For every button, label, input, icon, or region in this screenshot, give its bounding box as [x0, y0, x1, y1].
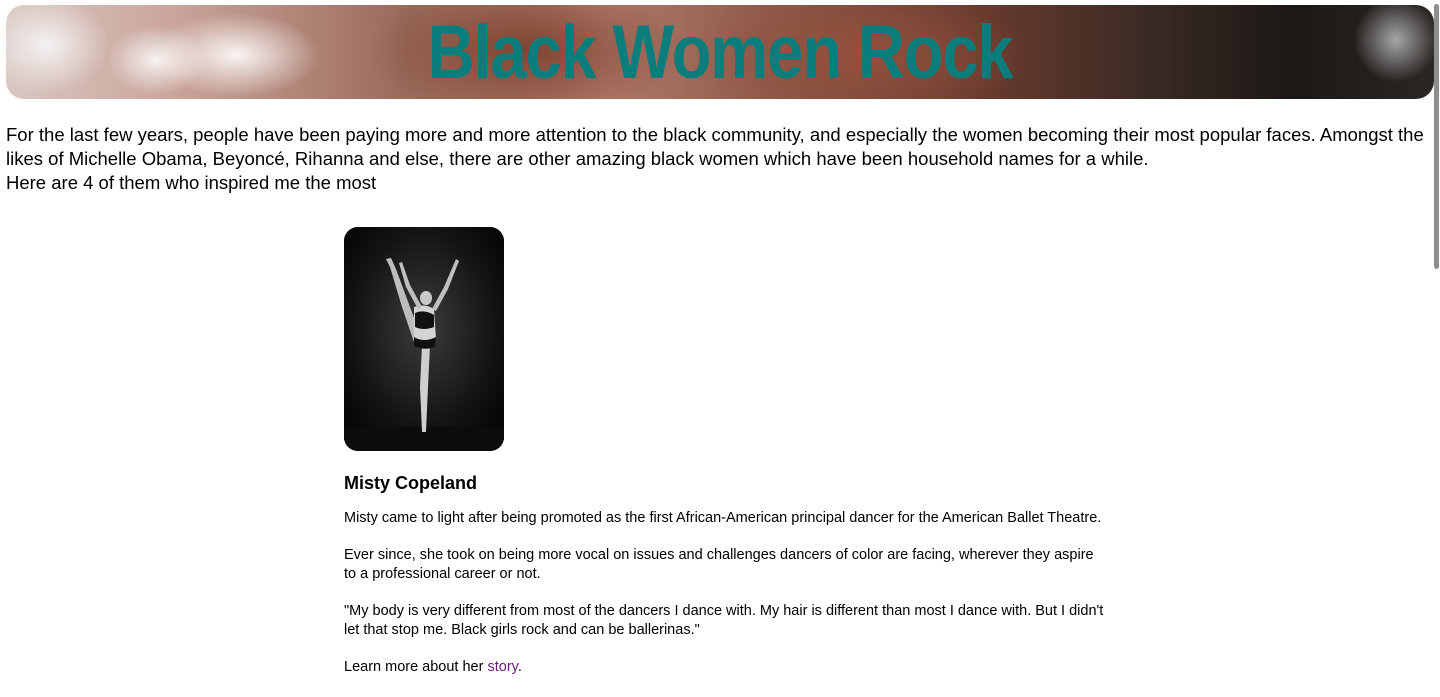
profile-photo [344, 227, 504, 451]
learn-more-suffix: . [517, 659, 522, 675]
profile-name: Misty Copeland [344, 473, 478, 493]
story-link[interactable]: story [487, 659, 517, 675]
page-title: Black Women Rock [427, 10, 1014, 95]
page: Black Women Rock For the last few years,… [0, 0, 1440, 697]
profile-paragraph-2: Ever since, she took on being more vocal… [344, 547, 1094, 582]
learn-more-line: Learn more about her story. [344, 658, 1104, 677]
scrollbar-thumb[interactable] [1434, 4, 1439, 269]
intro-section: For the last few years, people have been… [6, 123, 1436, 195]
profile-quote: "My body is very different from most of … [344, 603, 1104, 638]
ballet-dancer-figure [344, 227, 504, 451]
header-banner: Black Women Rock [6, 5, 1434, 99]
intro-paragraph: For the last few years, people have been… [6, 124, 1424, 169]
intro-lead: Here are 4 of them who inspired me the m… [6, 172, 377, 193]
learn-more-text: Learn more about her [344, 659, 488, 675]
profile-card-misty-copeland: Misty Copeland Misty came to light after… [344, 227, 1104, 677]
profile-paragraph-1: Misty came to light after being promoted… [344, 510, 1102, 526]
scrollbar[interactable] [1434, 0, 1440, 697]
